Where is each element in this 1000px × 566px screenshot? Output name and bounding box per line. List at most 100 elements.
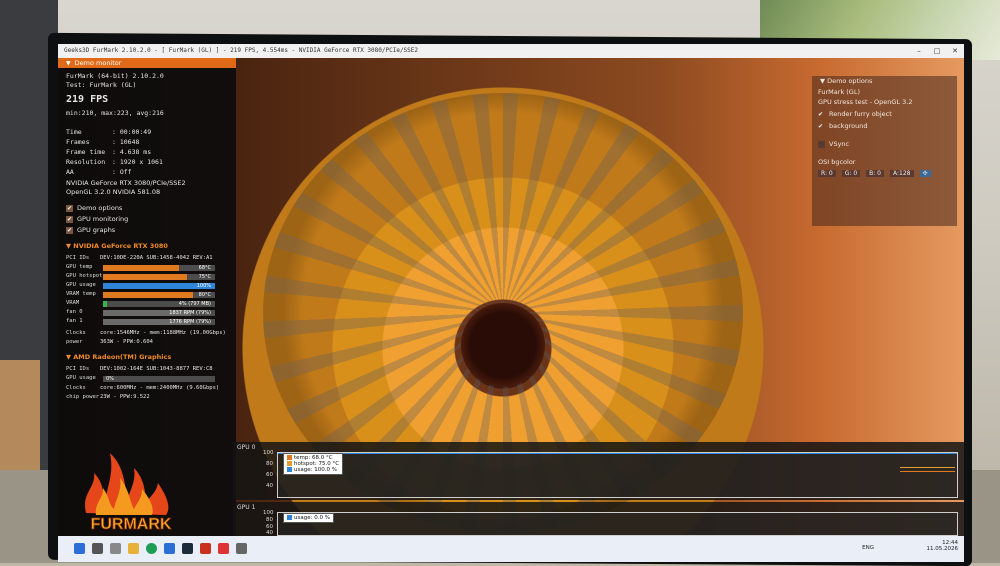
file-explorer-icon[interactable] [128, 543, 139, 554]
close-button[interactable]: ✕ [946, 44, 964, 58]
minimize-button[interactable]: – [910, 44, 928, 58]
gpu0-power-label: power [66, 339, 83, 345]
gpu1-usage-row: GPU usage [66, 375, 100, 381]
unchecked-box-icon [818, 140, 825, 148]
legend-usage-label: usage: 0.0 % [294, 515, 330, 521]
steam-icon[interactable] [182, 543, 193, 554]
task-view-icon[interactable] [110, 543, 121, 554]
stat-value: : 10648 [112, 138, 140, 146]
gpu0-graph: GPU 0 100 80 60 40 temp: 68.0 °C hotspot… [233, 442, 964, 500]
hud-checkbox-demo-options[interactable]: ✔ Demo options [66, 204, 122, 212]
gpu0-metric-label: GPU hotspot [66, 273, 103, 279]
furmark-logo-text: FURMARK [91, 516, 172, 533]
hud-checkbox-gpu-monitoring[interactable]: ✔ GPU monitoring [66, 215, 128, 223]
chrome-icon[interactable] [146, 543, 157, 554]
gpu0-metric-bar: 1776 RPM (79%) [103, 319, 215, 325]
checkbox-label: GPU graphs [77, 226, 116, 234]
demo-monitor-header[interactable]: ▼ Demo monitor [58, 58, 236, 68]
gpu0-power-row: power 363W - PPW:0.604 [66, 339, 153, 345]
window-title: Geeks3D FurMark 2.10.2.0 - [ FurMark (GL… [64, 47, 419, 54]
background-checkbox[interactable]: ✔ background [818, 122, 867, 130]
check-icon: ✔ [818, 110, 824, 118]
legend-swatch [287, 455, 292, 460]
gpu0-metric-bar: 4% (797 MB) [103, 301, 215, 307]
gpu1-name: AMD Radeon(TM) Graphics [73, 353, 172, 361]
gpu1-pci-label: PCI IDs [66, 366, 90, 372]
gpu0-metric-row: GPU usage [66, 282, 100, 288]
osi-bgcolor-label: OSI bgcolor [818, 158, 856, 166]
vsync-checkbox[interactable]: VSync [818, 140, 849, 148]
gpu0-ytick: 80 [266, 461, 273, 467]
gpu0-pci-label: PCI IDs [66, 255, 90, 261]
collapse-arrow-icon: ▼ [66, 60, 71, 67]
stat-key: Resolution [66, 158, 106, 166]
gpu0-metric-bar: 1837 RPM (79%) [103, 310, 215, 316]
legend-swatch [287, 467, 292, 472]
system-clock[interactable]: 12:44 11.05.2026 [927, 540, 959, 552]
gpu0-metric-value: 75°C [198, 274, 211, 280]
gpu1-clocks-row: Clocks core:600MHz - mem:2400MHz (9.60Gbp… [66, 385, 219, 391]
gpu0-metric-row: VRAM [66, 300, 100, 306]
gpu1-ytick: 80 [266, 517, 273, 523]
gpu0-ytick: 40 [266, 483, 273, 489]
checkbox-label: GPU monitoring [77, 215, 129, 223]
start-icon[interactable] [74, 543, 85, 554]
language-indicator[interactable]: ENG [862, 545, 874, 551]
gpu0-ytick: 100 [263, 450, 274, 456]
legend-usage: usage: 0.0 % [287, 515, 330, 521]
osi-g-input[interactable]: G: 0 [841, 170, 861, 177]
gpu1-power-label: chip power [66, 394, 100, 400]
render-furry-label: Render furry object [829, 110, 892, 118]
gpu0-metric-value: 1776 RPM (79%) [169, 319, 211, 325]
search-icon[interactable] [92, 543, 103, 554]
maximize-button[interactable]: □ [928, 44, 946, 58]
store-icon[interactable] [164, 543, 175, 554]
stat-value: : 1920 x 1061 [112, 158, 163, 166]
app-icon[interactable] [218, 543, 229, 554]
gpu0-metric-row: fan 1 [66, 318, 100, 324]
osi-r-input[interactable]: R: 0 [818, 170, 836, 177]
gpu1-power-row: chip power23W - PPW:9.522 [66, 394, 150, 400]
gpu0-pci-value: DEV:10DE-220A SUB:1458-4042 REV:A1 [100, 255, 213, 261]
app-version: FurMark (64-bit) 2.10.2.0 [66, 72, 164, 80]
osi-b-input[interactable]: B: 0 [866, 170, 885, 177]
gpu0-metric-row: VRAM temp [66, 291, 100, 297]
stat-key: Time [66, 128, 82, 136]
fps-readout: 219 FPS [66, 94, 109, 105]
gpu1-graph-title: GPU 1 [237, 504, 256, 511]
gpu0-metric-fill [103, 274, 187, 280]
fur-donut-center [461, 303, 545, 387]
gpu1-usage-label: GPU usage [66, 375, 96, 381]
window-titlebar: Geeks3D FurMark 2.10.2.0 - [ FurMark (GL… [58, 44, 964, 58]
osi-a-input[interactable]: A:128 [890, 170, 914, 177]
checkbox-label: Demo options [77, 204, 123, 212]
demo-options-header[interactable]: ▼ Demo options [812, 76, 957, 86]
gpu1-graph: GPU 1 100 80 60 40 usage: 0.0 % [233, 502, 964, 536]
stat-value: : 4.638 ms [112, 148, 152, 156]
fps-stats: min:210, max:223, avg:216 [66, 109, 164, 117]
check-icon: ✔ [66, 226, 73, 234]
stat-value: : 00:00:49 [112, 128, 152, 136]
stat-row: Frames : 10648 [66, 138, 139, 146]
gpu0-metric-fill [103, 301, 108, 307]
check-icon: ✔ [66, 204, 73, 212]
stat-row: Resolution : 1920 x 1061 [66, 158, 163, 166]
renderer-name: NVIDIA GeForce RTX 3080/PCIe/SSE2 [66, 179, 186, 187]
legend-swatch [287, 515, 292, 520]
gpu0-metric-label: GPU usage [66, 282, 96, 288]
gpu0-metric-row: GPU hotspot [66, 273, 103, 279]
vsync-label: VSync [829, 140, 850, 148]
color-picker-icon[interactable]: ✣ [919, 170, 931, 177]
render-furry-checkbox[interactable]: ✔ Render furry object [818, 110, 892, 118]
gpu0-metric-value: 100% [196, 283, 211, 289]
stat-key: Frame time [66, 148, 106, 156]
clock-date: 11.05.2026 [926, 546, 959, 552]
hud-checkbox-gpu-graphs[interactable]: ✔ GPU graphs [66, 226, 115, 234]
opengl-version: OpenGL 3.2.0 NVIDIA 581.08 [66, 188, 161, 196]
stat-key: Frames [66, 138, 90, 146]
gpu1-usage-bar-label: 0% [106, 376, 114, 382]
gpu1-usage-bar: 0% [103, 376, 215, 382]
monitor-screen: Geeks3D FurMark 2.10.2.0 - [ FurMark (GL… [58, 44, 964, 562]
furmark-taskbar-icon[interactable] [200, 543, 211, 554]
app-icon[interactable] [236, 543, 247, 554]
